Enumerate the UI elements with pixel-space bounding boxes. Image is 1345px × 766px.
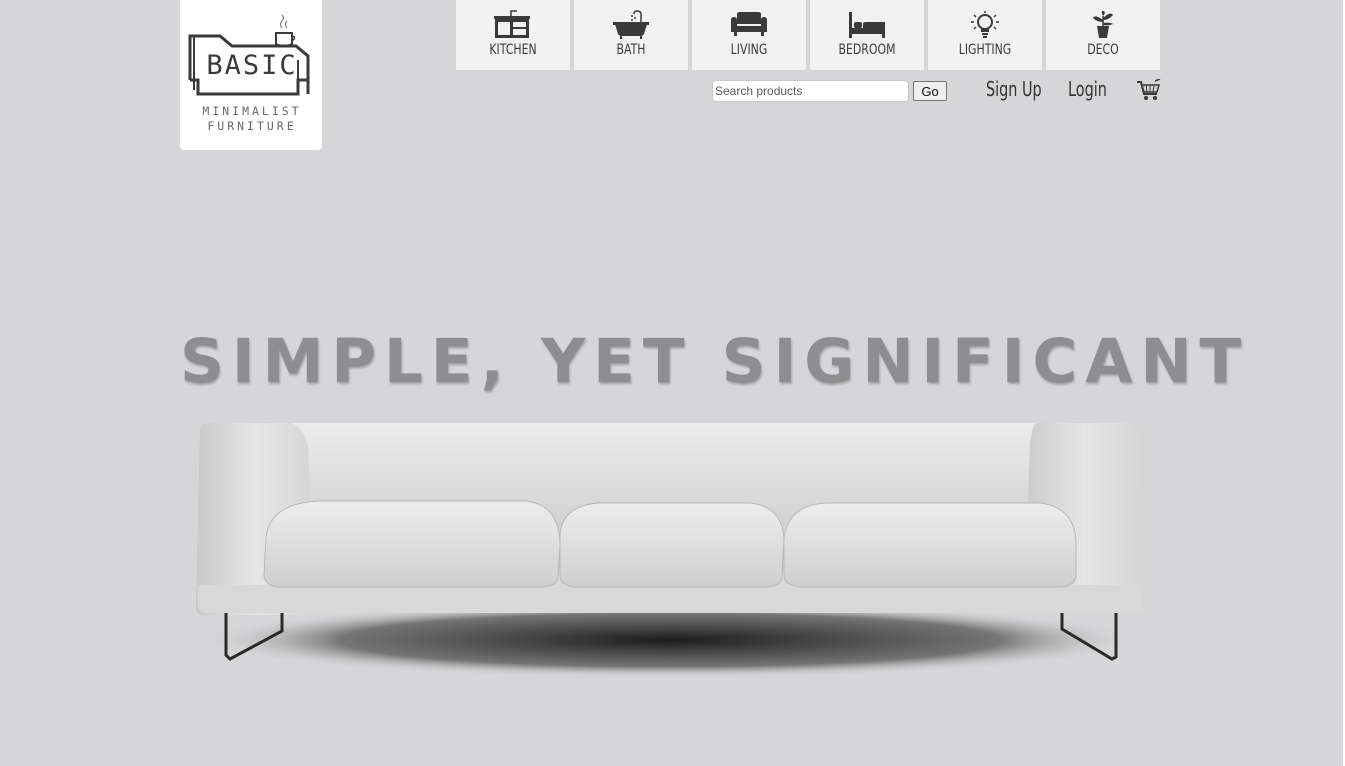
nav-item-deco[interactable]: DECO (1046, 0, 1160, 70)
nav-item-bedroom[interactable]: BEDROOM (810, 0, 924, 70)
search-input[interactable] (712, 80, 909, 102)
page: BASIC MINIMALIST FURNITURE KITCHEN BATH … (0, 0, 1345, 766)
nav-item-kitchen[interactable]: KITCHEN (456, 0, 570, 70)
sofa-illustration (196, 423, 1144, 678)
logo-tagline-line1: MINIMALIST (202, 104, 302, 118)
nav-label-bedroom: BEDROOM (838, 42, 896, 58)
logo-tagline-line2: FURNITURE (207, 119, 297, 133)
login-link[interactable]: Login (1068, 77, 1107, 101)
nav-item-living[interactable]: LIVING (692, 0, 806, 70)
sign-up-link[interactable]: Sign Up (986, 77, 1042, 101)
bathtub-icon (613, 10, 649, 39)
nav-item-bath[interactable]: BATH (574, 0, 688, 70)
logo-wordmark: BASIC (206, 50, 298, 81)
cart-button[interactable] (1136, 78, 1162, 108)
nav-item-lighting[interactable]: LIGHTING (928, 0, 1042, 70)
hero-title: SIMPLE, YET SIGNIFICANT (180, 326, 1250, 397)
bed-icon (849, 12, 885, 38)
armchair-icon (731, 12, 767, 36)
nav-label-living: LIVING (730, 42, 768, 58)
go-button[interactable]: Go (913, 81, 947, 101)
plant-icon (1093, 10, 1113, 38)
cart-icon (1137, 78, 1161, 100)
logo[interactable]: BASIC MINIMALIST FURNITURE (180, 0, 322, 150)
nav-label-deco: DECO (1087, 42, 1119, 58)
sofa-image (190, 415, 1152, 695)
lightbulb-icon (971, 11, 999, 38)
nav-label-kitchen: KITCHEN (489, 42, 537, 58)
nav-label-bath: BATH (616, 42, 646, 58)
kitchen-icon (494, 10, 530, 38)
nav-label-lighting: LIGHTING (958, 42, 1012, 58)
